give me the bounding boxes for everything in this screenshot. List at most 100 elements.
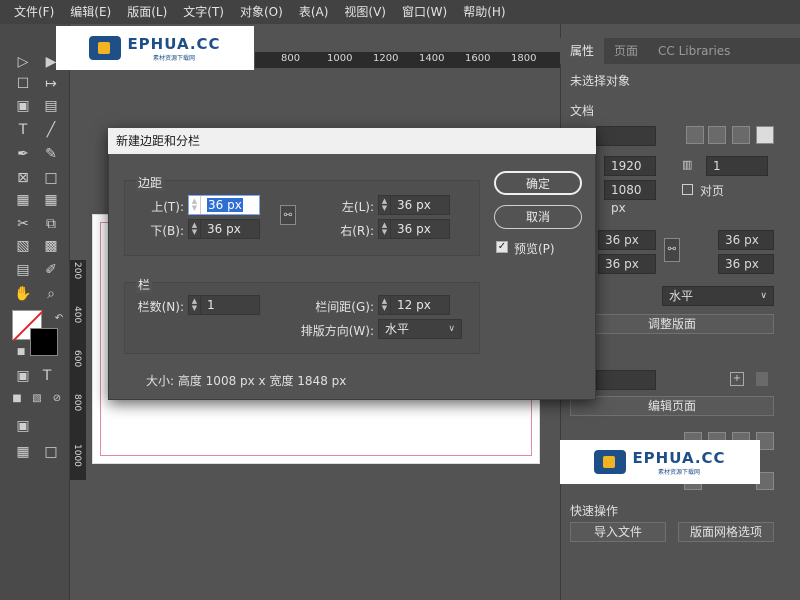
gradient-feather-tool-icon[interactable]: ▩ (40, 236, 62, 256)
menu-window[interactable]: 窗口(W) (394, 0, 455, 24)
stroke-swatch[interactable] (30, 328, 58, 356)
apply-none-icon[interactable]: ⊘ (46, 388, 68, 408)
pencil-tool-icon[interactable]: ✎ (40, 144, 62, 164)
selection-tool-icon[interactable]: ▷ (12, 52, 34, 72)
menu-table[interactable]: 表(A) (291, 0, 337, 24)
stepper-icon[interactable]: ▲ ▼ (379, 220, 391, 238)
normal-view-icon[interactable]: ▦ (12, 442, 34, 462)
formatting-text-icon[interactable]: T (36, 366, 58, 386)
margin-right-field[interactable]: 36 px (718, 254, 774, 274)
tab-pages[interactable]: 页面 (604, 38, 648, 64)
import-file-button[interactable]: 导入文件 (570, 522, 666, 542)
note-tool-icon[interactable]: ▤ (12, 260, 34, 280)
document-section-label: 文档 (570, 104, 595, 118)
margin-left-field[interactable]: 36 px (718, 230, 774, 250)
margins-group (124, 180, 480, 256)
cancel-button[interactable]: 取消 (494, 205, 582, 229)
watermark-tagline: 素材资源下载网 (152, 54, 195, 62)
pages-field[interactable]: 1 (706, 156, 768, 176)
stepper-icon[interactable]: ▲ ▼ (189, 296, 201, 314)
apply-gradient-icon[interactable]: ▧ (26, 388, 48, 408)
screen-mode-icon[interactable]: ▣ (12, 416, 34, 436)
direction-select[interactable]: 水平 ∨ (378, 319, 462, 339)
facing-pages-checkbox[interactable] (682, 184, 693, 195)
formatting-container-icon[interactable]: ▣ (12, 366, 34, 386)
content-placer-icon[interactable]: ▤ (40, 96, 62, 116)
margin-bottom-field[interactable]: 36 px (598, 254, 656, 274)
binding-icon[interactable] (708, 126, 726, 144)
menu-file[interactable]: 文件(F) (6, 0, 62, 24)
tab-cc-libraries[interactable]: CC Libraries (648, 38, 740, 64)
apply-color-icon[interactable]: ■ (6, 388, 28, 408)
pen-tool-icon[interactable]: ✒ (12, 144, 34, 164)
delete-page-icon[interactable] (756, 372, 768, 386)
menu-help[interactable]: 帮助(H) (455, 0, 513, 24)
margins-group-label: 边距 (136, 174, 165, 191)
quick-actions-label: 快速操作 (570, 504, 619, 518)
page-tool-icon[interactable]: ☐ (12, 74, 34, 94)
right-margin-value: 36 px (397, 222, 431, 236)
margins-columns-dialog (108, 128, 596, 400)
preview-mode-icon[interactable]: □ (40, 442, 62, 462)
panel-tabs: 属性 页面 CC Libraries (560, 38, 800, 64)
ruler-label: 800 (72, 394, 82, 412)
stepper-icon[interactable]: ▲ ▼ (379, 196, 391, 214)
margin-top-field[interactable]: 36 px (598, 230, 656, 250)
left-margin-value: 36 px (397, 198, 431, 212)
menu-type[interactable]: 文字(T) (175, 0, 232, 24)
height-field[interactable]: 1080 px (604, 180, 656, 215)
primary-text-frame-icon[interactable] (732, 126, 750, 144)
direction-label: 排版方向(W): (300, 324, 374, 338)
layout-mode-icon[interactable] (756, 126, 774, 144)
preview-checkbox[interactable]: ✓ (496, 241, 508, 253)
menu-view[interactable]: 视图(V) (336, 0, 394, 24)
bottom-margin-field[interactable]: ▲ ▼ 36 px (188, 219, 260, 239)
rectangle-frame-tool-icon[interactable]: ⊠ (12, 168, 34, 188)
document-preset-select[interactable] (596, 126, 656, 146)
hand-tool-icon[interactable]: ✋ (12, 284, 34, 304)
adjust-layout-button[interactable]: 调整版面 (570, 314, 774, 334)
swap-colors-icon[interactable]: ↶ (48, 308, 70, 328)
layout-grid-options-button[interactable]: 版面网格选项 (678, 522, 774, 542)
line-tool-icon[interactable]: ╱ (40, 120, 62, 140)
gutter-field[interactable]: ▲ ▼ 12 px (378, 295, 450, 315)
content-collector-icon[interactable]: ▣ (12, 96, 34, 116)
right-margin-field[interactable]: ▲ ▼ 36 px (378, 219, 450, 239)
frame-grid-tool-icon[interactable]: ▦ (40, 190, 62, 210)
bottom-margin-label: 下(B): (150, 224, 184, 238)
stepper-icon[interactable]: ▲ ▼ (379, 296, 391, 314)
grid-tool-icon[interactable]: ▦ (12, 190, 34, 210)
master-select[interactable] (596, 370, 656, 390)
gradient-swatch-tool-icon[interactable]: ▧ (12, 236, 34, 256)
direction-value: 水平 (385, 322, 410, 336)
columns-field[interactable]: ▲ ▼ 1 (188, 295, 260, 315)
edit-page-button[interactable]: 编辑页面 (570, 396, 774, 416)
orientation-icon[interactable] (686, 126, 704, 144)
zoom-tool-icon[interactable]: ⌕ (40, 284, 62, 304)
gap-tool-icon[interactable]: ↦ (40, 74, 62, 94)
link-margins-icon[interactable]: ⚯ (664, 238, 680, 262)
default-colors-icon[interactable]: ■ (10, 342, 32, 362)
menu-object[interactable]: 对象(O) (232, 0, 291, 24)
left-margin-field[interactable]: ▲ ▼ 36 px (378, 195, 450, 215)
type-tool-icon[interactable]: T (12, 120, 34, 140)
menu-layout[interactable]: 版面(L) (119, 0, 175, 24)
eyedropper-tool-icon[interactable]: ✐ (40, 260, 62, 280)
tab-properties[interactable]: 属性 (560, 38, 605, 64)
direction-select-value: 水平 (669, 289, 694, 303)
rectangle-tool-icon[interactable]: □ (40, 168, 62, 188)
tools-panel: ▷ ▶ ☐ ↦ ▣ ▤ T ╱ ✒ ✎ ⊠ □ ▦ ▦ ✂ ⧉ ▧ ▩ ▤ ✐ … (0, 24, 70, 600)
add-page-icon[interactable]: + (730, 372, 744, 386)
direction-select[interactable]: 水平 ∨ (662, 286, 774, 306)
free-transform-tool-icon[interactable]: ⧉ (40, 214, 62, 234)
stepper-icon[interactable]: ▲ ▼ (189, 196, 201, 214)
link-margins-icon[interactable]: ⚯ (280, 205, 296, 225)
watermark-logo: EPHUA.CC 素材资源下载网 (56, 26, 254, 70)
width-field[interactable]: 1920 px (604, 156, 656, 191)
menu-edit[interactable]: 编辑(E) (62, 0, 119, 24)
ok-button[interactable]: 确定 (494, 171, 582, 195)
scissors-tool-icon[interactable]: ✂ (12, 214, 34, 234)
top-margin-field[interactable]: ▲ ▼ 36 px (188, 195, 260, 215)
ruler-label: 1000 (327, 53, 353, 64)
stepper-icon[interactable]: ▲ ▼ (189, 220, 201, 238)
